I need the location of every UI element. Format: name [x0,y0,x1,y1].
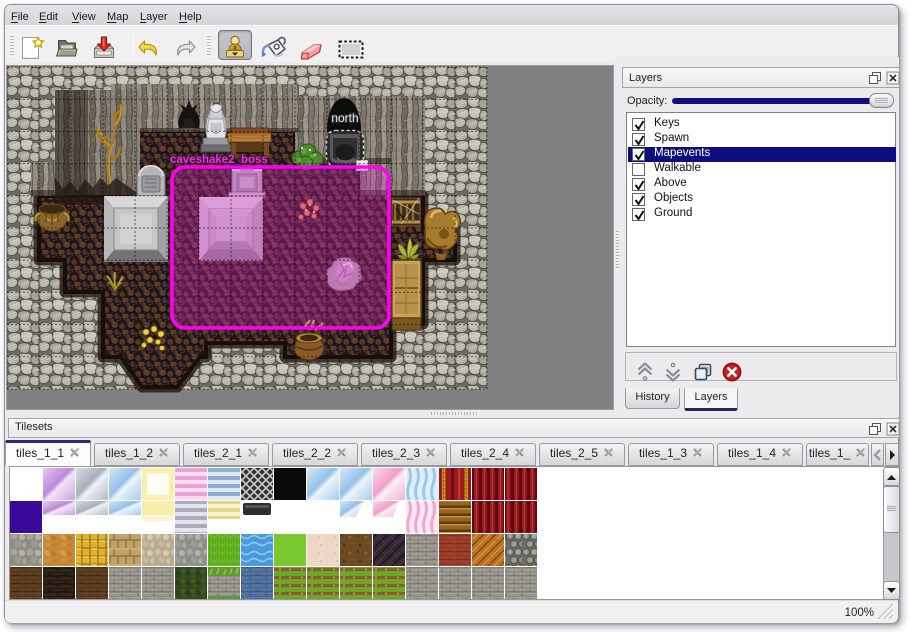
svg-text:caveshake2_boss: caveshake2_boss [170,154,268,166]
svg-text:north: north [331,111,358,125]
